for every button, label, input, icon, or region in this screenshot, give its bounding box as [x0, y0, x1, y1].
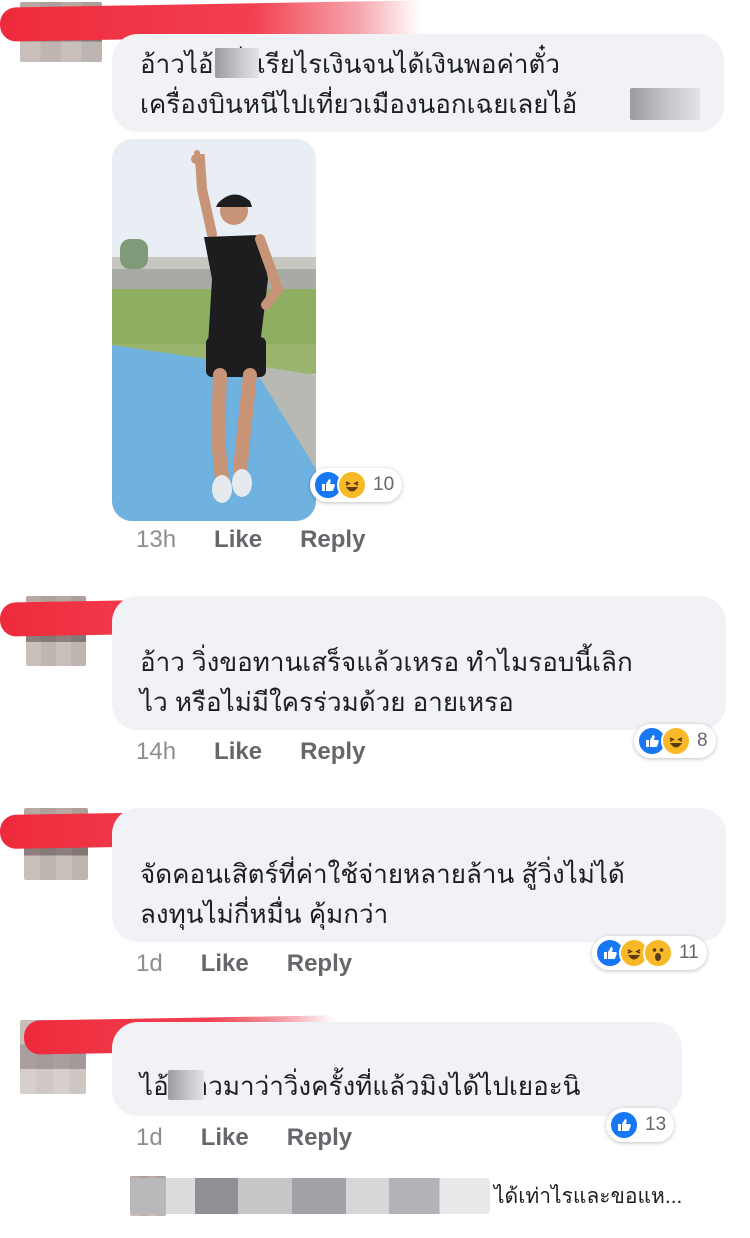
like-button[interactable]: Like [201, 1124, 249, 1152]
like-icon [609, 1110, 639, 1140]
attached-photo[interactable] [112, 139, 316, 521]
name-redaction [630, 88, 700, 120]
haha-icon [337, 470, 367, 500]
reaction-summary[interactable]: 10 [310, 468, 403, 502]
reaction-count: 13 [645, 1114, 667, 1135]
haha-icon [661, 726, 691, 756]
comment-actions: 14h Like Reply [136, 738, 365, 766]
timestamp[interactable]: 13h [136, 526, 176, 554]
comment-actions: 1d Like Reply [136, 1124, 352, 1152]
comment-actions: 13h Like Reply [136, 526, 365, 554]
comment-text: อ้าว วิ่งขอทานเสร็จแล้วเหรอ ทำไมรอบนี้เล… [140, 647, 633, 717]
reaction-summary[interactable]: 11 [592, 936, 707, 970]
like-button[interactable]: Like [214, 738, 262, 766]
reply-preview-text[interactable]: ได้เท่าไรและขอแห... [494, 1180, 682, 1213]
timestamp[interactable]: 14h [136, 738, 176, 766]
timestamp[interactable]: 1d [136, 950, 163, 978]
reply-button[interactable]: Reply [287, 950, 352, 978]
reaction-count: 8 [697, 730, 708, 751]
reply-button[interactable]: Reply [300, 738, 365, 766]
reaction-count: 11 [679, 942, 699, 963]
like-button[interactable]: Like [214, 526, 262, 554]
reaction-count: 10 [373, 474, 395, 495]
comment-bubble: จัดคอนเสิตร์ที่ค่าใช้จ่ายหลายล้าน สู้วิ่… [112, 808, 726, 942]
name-redaction [168, 1070, 204, 1100]
timestamp[interactable]: 1d [136, 1124, 163, 1152]
reply-button[interactable]: Reply [300, 526, 365, 554]
comment-bubble: ไอ้ ข่าวมาว่าวิ่งครั้งที่แล้วมิงได้ไปเยอ… [112, 1022, 682, 1116]
comment-actions: 1d Like Reply [136, 950, 352, 978]
name-redaction [130, 1178, 490, 1214]
like-button[interactable]: Like [201, 950, 249, 978]
runner-photo [112, 139, 316, 521]
comment-text: ไอ้ ข่าวมาว่าวิ่งครั้งที่แล้วมิงได้ไปเยอ… [140, 1071, 581, 1101]
comment-text: จัดคอนเสิตร์ที่ค่าใช้จ่ายหลายล้าน สู้วิ่… [140, 859, 625, 929]
name-redaction [215, 48, 259, 78]
comment-bubble: อ้าว วิ่งขอทานเสร็จแล้วเหรอ ทำไมรอบนี้เล… [112, 596, 726, 730]
wow-icon [643, 938, 673, 968]
reply-button[interactable]: Reply [287, 1124, 352, 1152]
reaction-summary[interactable]: 13 [606, 1108, 675, 1142]
reaction-summary[interactable]: 8 [634, 724, 716, 758]
